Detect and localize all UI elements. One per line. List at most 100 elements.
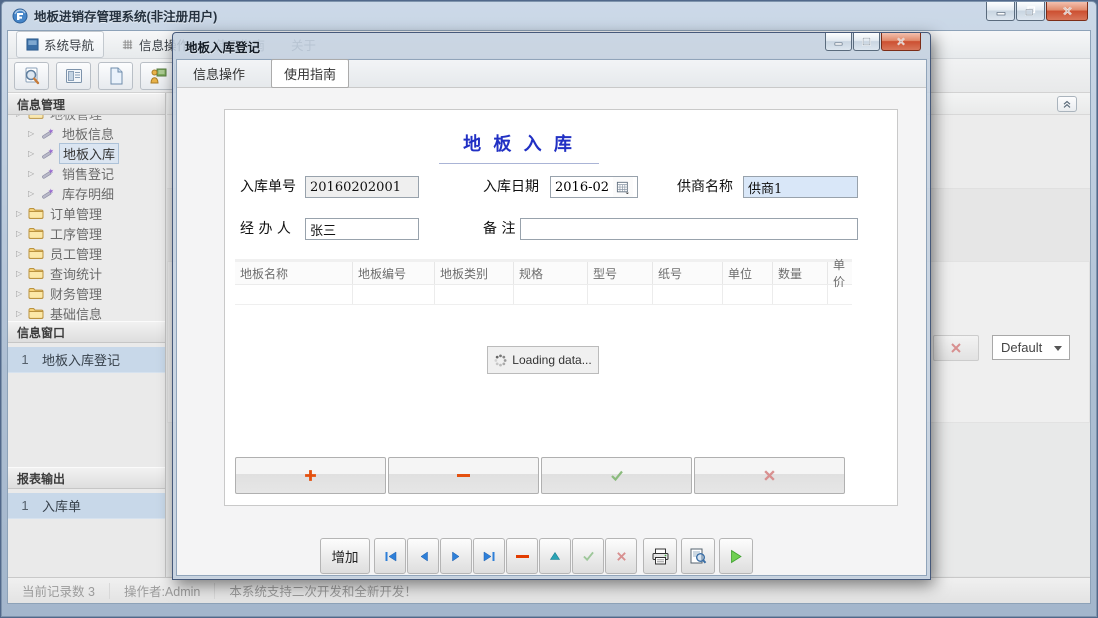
tree-item-finance-management[interactable]: ▷ 财务管理: [8, 283, 165, 303]
row-add-button[interactable]: [235, 457, 386, 494]
expand-arrow-icon[interactable]: ▷: [28, 129, 38, 138]
main-titlebar[interactable]: 地板进销存管理系统(非注册用户): [2, 2, 1096, 29]
report-button[interactable]: [56, 62, 91, 90]
tool-icon: [40, 146, 56, 160]
minimize-icon[interactable]: [986, 2, 1015, 21]
column-header[interactable]: 单价: [828, 262, 852, 284]
dropdown-arrow-icon: [1054, 346, 1062, 351]
tree-item-process-management[interactable]: ▷ 工序管理: [8, 223, 165, 243]
tree-item-employee-management[interactable]: ▷ 员工管理: [8, 243, 165, 263]
tree-item-sales-register[interactable]: ▷ 销售登记: [8, 163, 165, 183]
expand-arrow-icon[interactable]: ▷: [28, 189, 38, 198]
user-button[interactable]: [140, 62, 175, 90]
tree-item-basic-info[interactable]: ▷ 基础信息: [8, 303, 165, 321]
dialog-titlebar[interactable]: 地板入库登记: [173, 33, 930, 59]
dialog-tab-usage-guide[interactable]: 使用指南: [271, 59, 349, 88]
expand-arrow-icon[interactable]: ▷: [16, 115, 26, 118]
date-input[interactable]: [551, 177, 613, 197]
column-header[interactable]: 地板编号: [353, 262, 435, 284]
execute-button[interactable]: [719, 538, 753, 574]
collapse-chevron-icon[interactable]: [1057, 96, 1077, 112]
tree-item-label: 财务管理: [47, 284, 105, 303]
expand-arrow-icon[interactable]: ▷: [16, 309, 26, 318]
sidebar-header-report-output[interactable]: 报表输出: [8, 467, 165, 489]
tree-item-label: 基础信息: [47, 304, 105, 322]
sidebar-header-info-window[interactable]: 信息窗口: [8, 321, 165, 343]
row-confirm-button[interactable]: [541, 457, 692, 494]
expand-arrow-icon[interactable]: ▷: [16, 289, 26, 298]
expand-arrow-icon[interactable]: ▷: [16, 209, 26, 218]
column-header[interactable]: 纸号: [653, 262, 723, 284]
expand-arrow-icon[interactable]: ▷: [16, 229, 26, 238]
print-preview-button[interactable]: [681, 538, 715, 574]
next-record-button[interactable]: [440, 538, 472, 574]
check-icon: [610, 470, 624, 482]
restore-icon[interactable]: [1016, 2, 1045, 21]
order-no-field[interactable]: [305, 176, 419, 198]
expand-arrow-icon[interactable]: ▷: [16, 249, 26, 258]
inbound-form-panel: 地 板 入 库 入库单号 入库日期 供商名称 经 办 人: [224, 109, 898, 506]
date-field[interactable]: [550, 176, 638, 198]
plus-icon: [304, 469, 317, 482]
report-output-item[interactable]: 1 入库单: [8, 493, 165, 519]
tree-item-floor-info[interactable]: ▷ 地板信息: [8, 123, 165, 143]
tree-item-stock-detail[interactable]: ▷ 库存明细: [8, 183, 165, 203]
tree-item-label: 工序管理: [47, 224, 105, 243]
close-icon[interactable]: [1046, 2, 1088, 21]
column-header[interactable]: 数量: [773, 262, 828, 284]
post-record-button[interactable]: [572, 538, 604, 574]
remark-field[interactable]: [520, 218, 858, 240]
expand-arrow-icon[interactable]: ▷: [28, 149, 38, 158]
item-label: 地板入库登记: [42, 350, 120, 369]
edit-record-button[interactable]: [539, 538, 571, 574]
add-button[interactable]: 增加: [320, 538, 370, 574]
print-button[interactable]: [643, 538, 677, 574]
prev-record-button[interactable]: [407, 538, 439, 574]
dialog-title: 地板入库登记: [185, 37, 260, 56]
tab-label: 系统导航: [44, 35, 94, 54]
dialog-minimize-icon[interactable]: [825, 33, 852, 51]
column-header[interactable]: 地板名称: [235, 262, 353, 284]
dialog-tab-info-operation[interactable]: 信息操作: [181, 60, 257, 87]
tool-icon: [40, 186, 56, 200]
tree-item-order-management[interactable]: ▷ 订单管理: [8, 203, 165, 223]
navigation-tree: ▷ 地板管理 ▷ 地板信息 ▷ 地板入库 ▷: [8, 115, 165, 321]
tree-item-floor-management[interactable]: ▷ 地板管理: [8, 115, 165, 123]
tree-item-floor-inbound[interactable]: ▷ 地板入库: [8, 143, 165, 163]
expand-arrow-icon[interactable]: ▷: [28, 169, 38, 178]
dialog-maximize-icon[interactable]: [853, 33, 880, 51]
tree-item-query-statistics[interactable]: ▷ 查询统计: [8, 263, 165, 283]
column-header[interactable]: 型号: [588, 262, 653, 284]
row-cancel-button[interactable]: [694, 457, 845, 494]
dialog-close-icon[interactable]: [881, 33, 921, 51]
expand-arrow-icon[interactable]: ▷: [16, 269, 26, 278]
supplier-label: 供商名称: [677, 176, 741, 198]
cancel-record-button[interactable]: [605, 538, 637, 574]
document-button[interactable]: [98, 62, 133, 90]
info-window-item[interactable]: 1 地板入库登记: [8, 347, 165, 373]
tab-system-nav[interactable]: 系统导航: [16, 31, 104, 58]
app-icon: [12, 8, 28, 24]
supplier-field[interactable]: [743, 176, 858, 198]
status-bar: 当前记录数 3 操作者:Admin 本系统支持二次开发和全新开发！: [8, 577, 1090, 603]
skin-combobox[interactable]: Default: [992, 335, 1070, 360]
grid-empty-row[interactable]: [235, 285, 852, 305]
status-message: 本系统支持二次开发和全新开发！: [215, 583, 431, 599]
sidebar-header-info-management[interactable]: 信息管理: [8, 93, 165, 115]
column-header[interactable]: 规格: [514, 262, 588, 284]
folder-icon: [28, 266, 44, 280]
column-header[interactable]: 单位: [723, 262, 773, 284]
handler-field[interactable]: [305, 218, 419, 240]
first-record-button[interactable]: [374, 538, 406, 574]
last-record-button[interactable]: [473, 538, 505, 574]
calendar-icon[interactable]: [613, 177, 633, 197]
loading-spinner-icon: [494, 354, 507, 367]
column-header[interactable]: 地板类别: [435, 262, 514, 284]
preview-icon: [689, 548, 707, 564]
row-delete-button[interactable]: [388, 457, 539, 494]
preview-search-button[interactable]: [14, 62, 49, 90]
document-icon: [106, 66, 126, 86]
item-label: 入库单: [42, 496, 81, 515]
delete-record-button[interactable]: [506, 538, 538, 574]
background-cancel-button[interactable]: [933, 335, 979, 361]
